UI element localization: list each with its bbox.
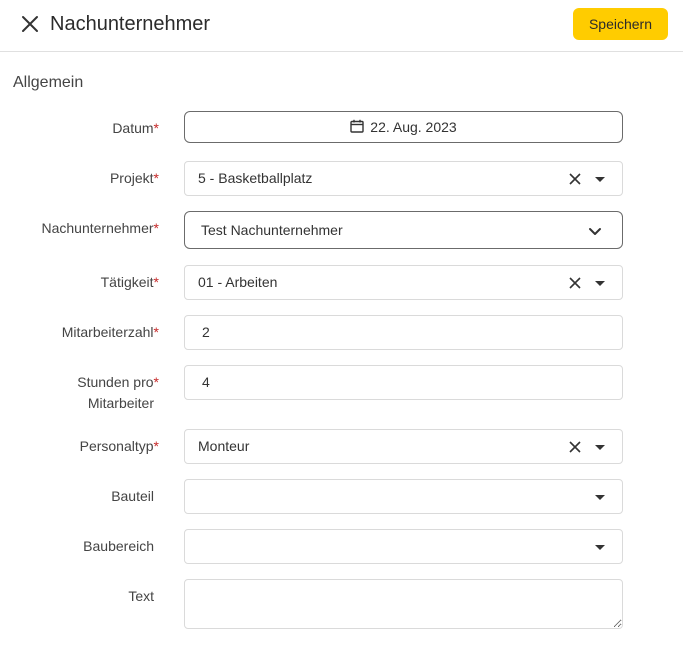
datum-label: Datum*: [112, 120, 159, 136]
caret-down-icon[interactable]: [595, 281, 605, 286]
stunden-label: Stunden pro*: [77, 374, 159, 390]
caret-down-icon[interactable]: [595, 495, 605, 500]
baubereich-label: Baubereich: [83, 538, 154, 554]
mitarbeiterzahl-value: 2: [202, 324, 210, 340]
projekt-select[interactable]: 5 - Basketballplatz: [184, 161, 623, 196]
personaltyp-label: Personaltyp*: [79, 438, 159, 454]
nachunternehmer-value: Test Nachunternehmer: [201, 222, 343, 238]
mitarbeiterzahl-label: Mitarbeiterzahl*: [61, 324, 159, 340]
clear-icon[interactable]: [568, 440, 582, 454]
taetigkeit-value: 01 - Arbeiten: [198, 274, 278, 290]
caret-down-icon[interactable]: [595, 177, 605, 182]
chevron-down-icon[interactable]: [588, 224, 602, 235]
nachunternehmer-select[interactable]: Test Nachunternehmer: [184, 211, 623, 249]
page-title: Nachunternehmer: [50, 13, 211, 35]
personaltyp-select[interactable]: Monteur: [184, 429, 623, 464]
header-bar: Nachunternehmer Speichern: [0, 0, 683, 52]
bauteil-select[interactable]: [184, 479, 623, 514]
nachunternehmer-label: Nachunternehmer*: [41, 220, 159, 236]
calendar-icon: [350, 119, 364, 136]
personaltyp-value: Monteur: [198, 438, 250, 454]
clear-icon[interactable]: [568, 276, 582, 290]
save-button[interactable]: Speichern: [573, 8, 668, 40]
stunden-label-line2: Mitarbeiter: [87, 395, 154, 411]
caret-down-icon[interactable]: [595, 445, 605, 450]
projekt-label: Projekt*: [109, 170, 159, 186]
section-title: Allgemein: [13, 74, 84, 91]
taetigkeit-select[interactable]: 01 - Arbeiten: [184, 265, 623, 300]
clear-icon[interactable]: [568, 172, 582, 186]
taetigkeit-label: Tätigkeit*: [100, 274, 159, 290]
close-icon[interactable]: [18, 12, 42, 36]
baubereich-select[interactable]: [184, 529, 623, 564]
caret-down-icon[interactable]: [595, 545, 605, 550]
projekt-value: 5 - Basketballplatz: [198, 170, 313, 186]
text-label: Text: [128, 588, 154, 604]
stunden-value: 4: [202, 374, 210, 390]
text-textarea[interactable]: [184, 579, 623, 629]
datum-date-picker[interactable]: 22. Aug. 2023: [184, 111, 623, 143]
mitarbeiterzahl-input[interactable]: 2: [184, 315, 623, 350]
bauteil-label: Bauteil: [111, 488, 154, 504]
stunden-input[interactable]: 4: [184, 365, 623, 400]
datum-value: 22. Aug. 2023: [370, 119, 457, 135]
